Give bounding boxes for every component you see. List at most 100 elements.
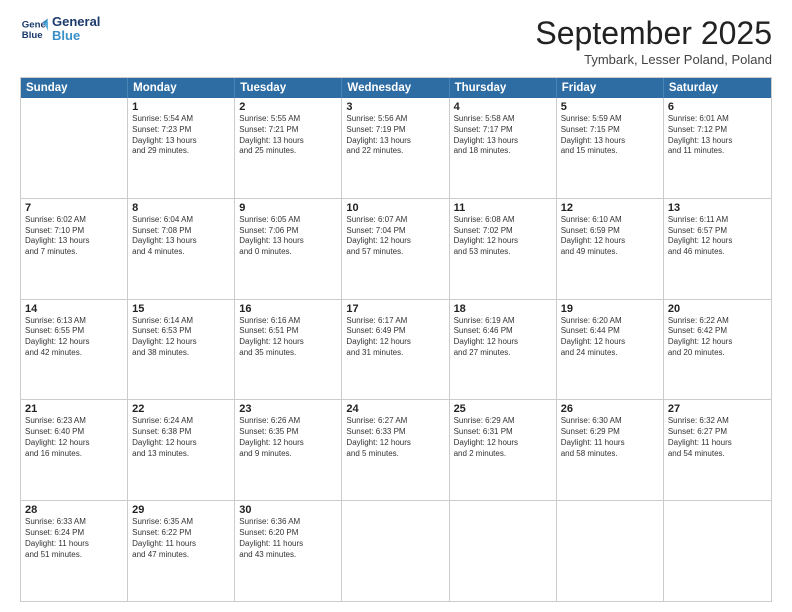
cell-line: Daylight: 11 hours	[561, 438, 659, 449]
day-cell: 3Sunrise: 5:56 AMSunset: 7:19 PMDaylight…	[342, 98, 449, 198]
weeks: 1Sunrise: 5:54 AMSunset: 7:23 PM Daylight…	[21, 98, 771, 601]
day-cell: 8Sunrise: 6:04 AMSunset: 7:08 PMDaylight…	[128, 199, 235, 299]
cell-line: Sunset: 6:38 PM	[132, 427, 230, 438]
cell-line: Daylight: 12 hours	[454, 337, 552, 348]
day-number: 1	[132, 101, 230, 113]
cell-line: Sunrise: 6:29 AM	[454, 416, 552, 427]
week-row: 28Sunrise: 6:33 AMSunset: 6:24 PMDayligh…	[21, 501, 771, 601]
day-cell: 12Sunrise: 6:10 AMSunset: 6:59 PMDayligh…	[557, 199, 664, 299]
cell-line: Sunset: 7:08 PM	[132, 226, 230, 237]
day-cell: 16Sunrise: 6:16 AMSunset: 6:51 PMDayligh…	[235, 300, 342, 400]
day-header: Tuesday	[235, 78, 342, 98]
day-number: 21	[25, 403, 123, 415]
cell-line: and 18 minutes.	[454, 146, 552, 157]
cell-line: Sunrise: 5:54 AM	[132, 114, 230, 125]
day-number: 17	[346, 303, 444, 315]
cell-line: Sunset: 6:57 PM	[668, 226, 767, 237]
cell-line: Sunrise: 6:05 AM	[239, 215, 337, 226]
svg-text:Blue: Blue	[22, 30, 43, 41]
cell-line: Daylight: 12 hours	[668, 236, 767, 247]
cell-line: Sunset: 7:04 PM	[346, 226, 444, 237]
cell-line: and 49 minutes.	[561, 247, 659, 258]
day-cell: 2Sunrise: 5:55 AMSunset: 7:21 PMDaylight…	[235, 98, 342, 198]
day-cell: 27Sunrise: 6:32 AMSunset: 6:27 PMDayligh…	[664, 400, 771, 500]
day-number: 5	[561, 101, 659, 113]
day-cell: 24Sunrise: 6:27 AMSunset: 6:33 PMDayligh…	[342, 400, 449, 500]
cell-line: Daylight: 12 hours	[346, 438, 444, 449]
cell-line: and 2 minutes.	[454, 449, 552, 460]
cell-line: and 0 minutes.	[239, 247, 337, 258]
cell-line: Sunset: 6:27 PM	[668, 427, 767, 438]
cell-line: Daylight: 12 hours	[132, 438, 230, 449]
logo-text-line2: Blue	[52, 29, 100, 43]
day-number: 30	[239, 504, 337, 516]
cell-line: Sunset: 6:59 PM	[561, 226, 659, 237]
week-row: 21Sunrise: 6:23 AMSunset: 6:40 PMDayligh…	[21, 400, 771, 501]
cell-line: Sunset: 6:49 PM	[346, 326, 444, 337]
day-cell: 26Sunrise: 6:30 AMSunset: 6:29 PMDayligh…	[557, 400, 664, 500]
week-row: 1Sunrise: 5:54 AMSunset: 7:23 PMDaylight…	[21, 98, 771, 199]
day-cell: 14Sunrise: 6:13 AMSunset: 6:55 PMDayligh…	[21, 300, 128, 400]
cell-line: and 54 minutes.	[668, 449, 767, 460]
cell-line: Daylight: 12 hours	[239, 438, 337, 449]
cell-line: and 31 minutes.	[346, 348, 444, 359]
day-number: 6	[668, 101, 767, 113]
cell-line: and 42 minutes.	[25, 348, 123, 359]
day-cell: 6Sunrise: 6:01 AMSunset: 7:12 PMDaylight…	[664, 98, 771, 198]
cell-line: Sunrise: 6:19 AM	[454, 316, 552, 327]
cell-line: Daylight: 12 hours	[25, 438, 123, 449]
day-cell: 29Sunrise: 6:35 AMSunset: 6:22 PMDayligh…	[128, 501, 235, 601]
day-number: 8	[132, 202, 230, 214]
day-header: Sunday	[21, 78, 128, 98]
day-cell: 25Sunrise: 6:29 AMSunset: 6:31 PMDayligh…	[450, 400, 557, 500]
day-cell	[557, 501, 664, 601]
cell-line: Sunset: 6:42 PM	[668, 326, 767, 337]
cell-line: Sunset: 7:10 PM	[25, 226, 123, 237]
cell-line: Daylight: 12 hours	[346, 337, 444, 348]
cell-line: Sunset: 6:33 PM	[346, 427, 444, 438]
cell-line: Sunset: 6:31 PM	[454, 427, 552, 438]
cell-line: and 25 minutes.	[239, 146, 337, 157]
day-cell: 7Sunrise: 6:02 AMSunset: 7:10 PMDaylight…	[21, 199, 128, 299]
cell-line: and 22 minutes.	[346, 146, 444, 157]
day-header: Friday	[557, 78, 664, 98]
cell-line: and 4 minutes.	[132, 247, 230, 258]
cell-line: Sunset: 6:24 PM	[25, 528, 123, 539]
cell-line: Sunrise: 6:11 AM	[668, 215, 767, 226]
title-block: September 2025 Tymbark, Lesser Poland, P…	[535, 15, 772, 67]
day-header: Thursday	[450, 78, 557, 98]
cell-line: Daylight: 12 hours	[239, 337, 337, 348]
cell-line: Sunrise: 6:07 AM	[346, 215, 444, 226]
cell-line: Sunrise: 5:58 AM	[454, 114, 552, 125]
cell-line: Daylight: 12 hours	[454, 438, 552, 449]
day-cell	[450, 501, 557, 601]
cell-line: Sunrise: 6:04 AM	[132, 215, 230, 226]
cell-line: Daylight: 12 hours	[561, 236, 659, 247]
cell-line: Daylight: 11 hours	[239, 539, 337, 550]
cell-line: Sunrise: 6:23 AM	[25, 416, 123, 427]
cell-line: Sunrise: 6:20 AM	[561, 316, 659, 327]
day-number: 4	[454, 101, 552, 113]
day-cell: 30Sunrise: 6:36 AMSunset: 6:20 PMDayligh…	[235, 501, 342, 601]
cell-line: Daylight: 11 hours	[132, 539, 230, 550]
cell-line: Daylight: 12 hours	[561, 337, 659, 348]
day-header: Wednesday	[342, 78, 449, 98]
day-number: 28	[25, 504, 123, 516]
day-cell: 22Sunrise: 6:24 AMSunset: 6:38 PMDayligh…	[128, 400, 235, 500]
day-number: 16	[239, 303, 337, 315]
day-number: 23	[239, 403, 337, 415]
cell-line: and 58 minutes.	[561, 449, 659, 460]
svg-text:General: General	[22, 20, 48, 31]
day-cell: 4Sunrise: 5:58 AMSunset: 7:17 PMDaylight…	[450, 98, 557, 198]
logo: General Blue General Blue	[20, 15, 100, 44]
cell-line: and 20 minutes.	[668, 348, 767, 359]
cell-line: Sunset: 7:23 PM	[132, 125, 230, 136]
day-number: 14	[25, 303, 123, 315]
cell-line: Sunrise: 6:17 AM	[346, 316, 444, 327]
week-row: 14Sunrise: 6:13 AMSunset: 6:55 PMDayligh…	[21, 300, 771, 401]
cell-line: Sunrise: 6:30 AM	[561, 416, 659, 427]
day-number: 20	[668, 303, 767, 315]
cell-line: Sunset: 6:22 PM	[132, 528, 230, 539]
cell-line: Daylight: 12 hours	[346, 236, 444, 247]
cell-line: Sunrise: 6:02 AM	[25, 215, 123, 226]
